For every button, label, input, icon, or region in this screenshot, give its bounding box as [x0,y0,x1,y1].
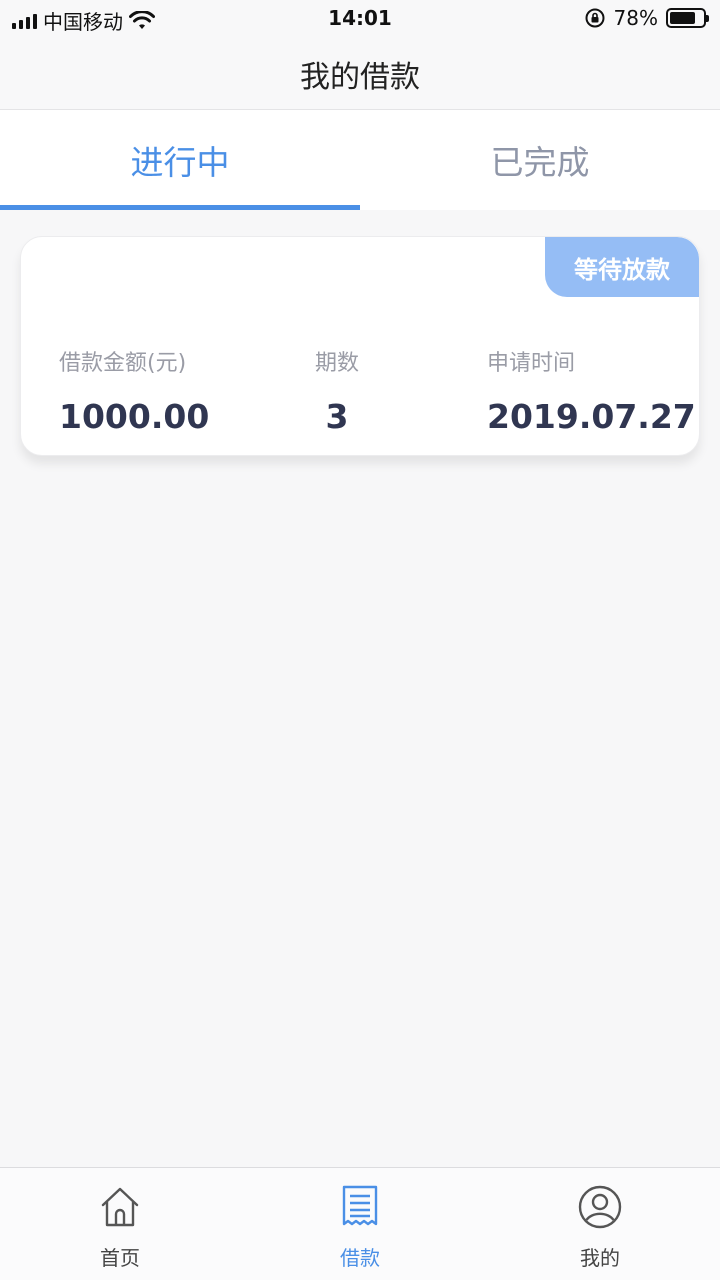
tabbar-label-home: 首页 [100,1246,140,1270]
loan-status-tabs: 进行中 已完成 [0,110,720,210]
battery-percent: 78% [613,6,658,30]
status-badge: 等待放款 [545,237,699,297]
bottom-tab-bar: 首页 借款 我的 [0,1167,720,1280]
apply-date-label: 申请时间 [487,351,576,376]
status-bar: 中国移动 14:01 78% [0,0,720,38]
tabbar-label-loan: 借款 [340,1246,380,1270]
nav-bar: 我的借款 [0,38,720,110]
battery-level [670,12,695,24]
receipt-icon [342,1185,378,1226]
loan-term-column: 期数 3 [313,345,361,436]
loan-amount-value: 1000.00 [59,397,210,436]
apply-date-column: 申请时间 2019.07.27 [487,345,696,436]
rotation-lock-icon [585,8,605,28]
loan-amount-column: 借款金额(元) 1000.00 [59,345,209,436]
tabbar-item-loan[interactable]: 借款 [240,1168,480,1280]
apply-date-value: 2019.07.27 [487,397,696,436]
tabbar-item-home[interactable]: 首页 [0,1168,240,1280]
loan-term-label: 期数 [314,351,359,376]
tab-in-progress[interactable]: 进行中 [0,110,360,210]
loan-amount-label: 借款金额(元) [59,351,187,376]
page-title: 我的借款 [300,59,420,95]
tabbar-label-mine: 我的 [580,1246,620,1270]
loan-card[interactable]: 等待放款 借款金额(元) 1000.00 期数 3 申请时间 2019.07.2… [20,236,700,456]
tab-completed[interactable]: 已完成 [360,110,720,210]
tabbar-item-mine[interactable]: 我的 [480,1168,720,1280]
loan-term-value: 3 [325,397,349,436]
home-icon [101,1187,139,1227]
user-icon [578,1185,622,1229]
battery-icon [666,8,709,28]
